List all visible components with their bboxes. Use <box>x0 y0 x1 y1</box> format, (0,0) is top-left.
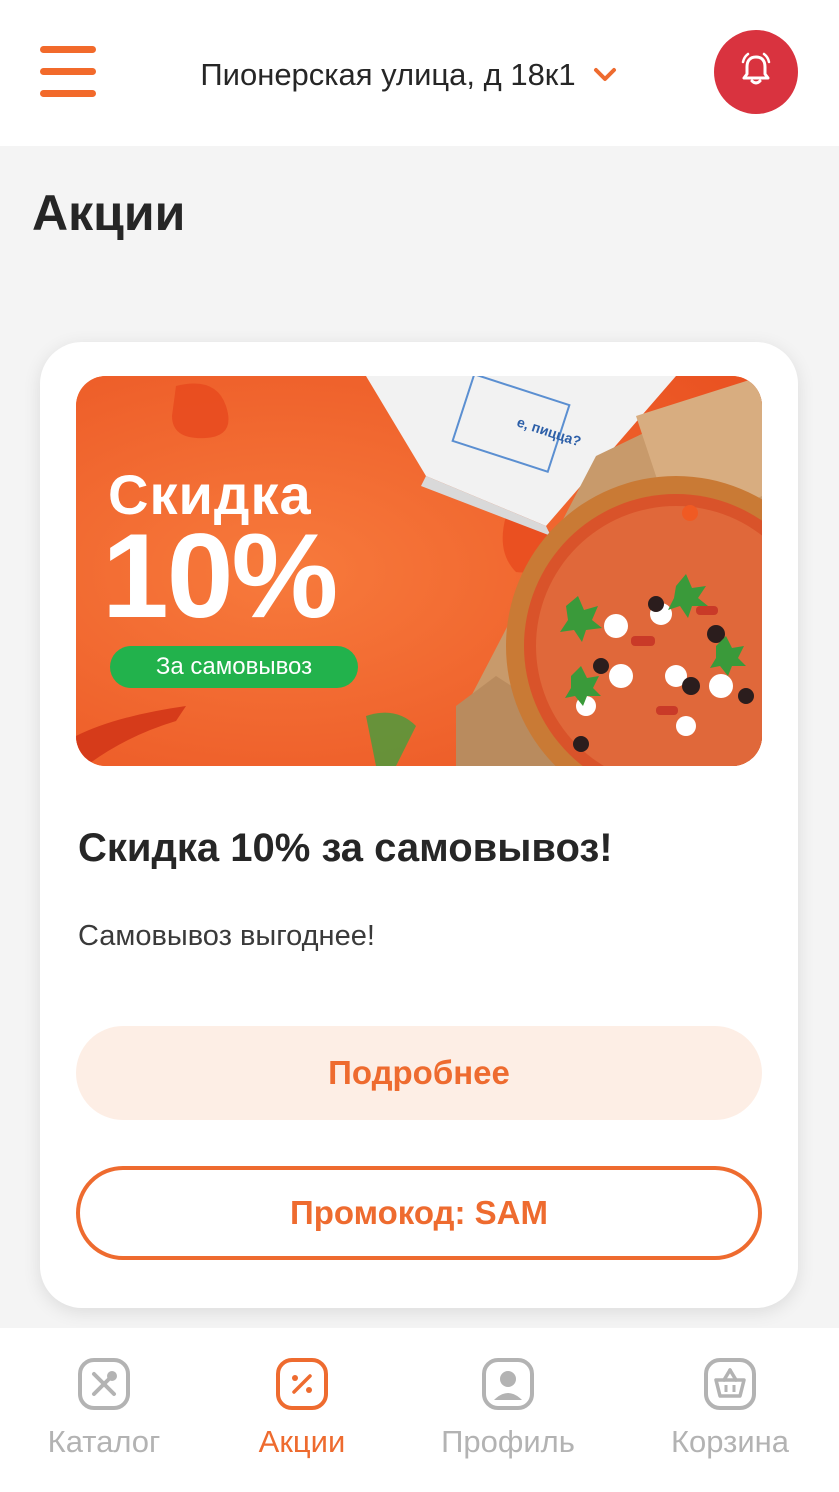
nav-profile[interactable]: Профиль <box>408 1356 608 1476</box>
menu-line <box>40 90 96 97</box>
banner-percent: 10% <box>102 509 338 643</box>
nav-label: Акции <box>258 1424 346 1459</box>
nav-promotions[interactable]: Акции <box>202 1356 402 1476</box>
promo-card[interactable]: е, пицца? Скидка 10% За самовывоз Скидка… <box>40 342 798 1308</box>
hamburger-menu-icon[interactable] <box>40 46 96 98</box>
promo-description: Самовывоз выгоднее! <box>78 920 375 952</box>
address-text: Пионерская улица, д 18к1 <box>200 57 576 92</box>
nav-cart[interactable]: Корзина <box>630 1356 830 1476</box>
details-button[interactable]: Подробнее <box>76 1026 762 1120</box>
notifications-button[interactable] <box>714 30 798 114</box>
nav-label: Корзина <box>670 1424 790 1459</box>
fork-knife-icon <box>76 1356 132 1412</box>
page-title: Акции <box>32 185 186 241</box>
menu-line <box>40 68 96 75</box>
percent-tag-icon <box>274 1356 330 1412</box>
menu-line <box>40 46 96 53</box>
bottom-nav: Каталог Акции Профиль Корзина <box>0 1328 839 1492</box>
nav-label: Каталог <box>47 1424 161 1459</box>
bell-icon <box>736 50 776 95</box>
promo-banner[interactable]: е, пицца? Скидка 10% За самовывоз <box>76 376 762 766</box>
user-icon <box>480 1356 536 1412</box>
address-selector[interactable]: Пионерская улица, д 18к1 <box>160 50 660 100</box>
promo-code-button[interactable]: Промокод: SAM <box>76 1166 762 1260</box>
top-bar: Пионерская улица, д 18к1 <box>0 0 839 146</box>
basket-icon <box>702 1356 758 1412</box>
promo-title: Скидка 10% за самовывоз! <box>78 826 613 870</box>
chevron-down-icon <box>590 60 620 90</box>
banner-pickup-pill: За самовывоз <box>110 646 358 688</box>
nav-catalog[interactable]: Каталог <box>4 1356 204 1476</box>
nav-label: Профиль <box>441 1424 575 1459</box>
